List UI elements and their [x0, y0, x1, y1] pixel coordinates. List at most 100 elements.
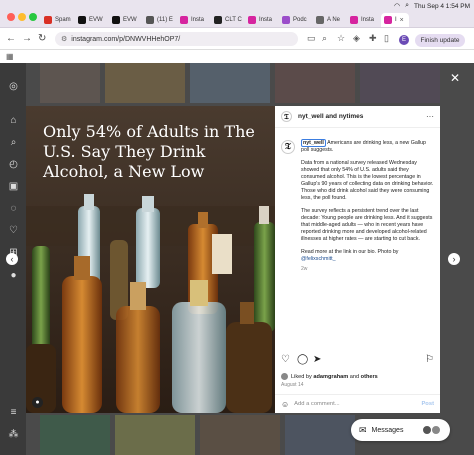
system-clock: Thu Sep 4 1:54 PM: [413, 2, 470, 10]
browser-tab[interactable]: Insta: [245, 13, 278, 27]
tab-label: EVW: [123, 17, 137, 23]
message-avatar: [431, 425, 442, 435]
zoom-icon[interactable]: ⌕: [322, 33, 327, 44]
browser-tab[interactable]: Podc: [279, 13, 312, 27]
tab-favicon-icon: [248, 16, 256, 24]
tab-favicon-icon: [44, 16, 52, 24]
wifi-icon: ◠: [393, 3, 401, 10]
finish-update-button[interactable]: Finish update: [415, 34, 465, 47]
tab-favicon-icon: [316, 16, 324, 24]
cast-icon[interactable]: ▭: [307, 33, 316, 44]
sidebar-icon[interactable]: ▯: [384, 33, 389, 44]
tab-label: I: [395, 17, 397, 23]
browser-tab[interactable]: I ×: [381, 13, 409, 27]
post-date: August 14: [281, 382, 304, 388]
messages-icon: ✉: [359, 424, 367, 435]
tab-label: EVW: [89, 17, 103, 23]
browser-tab[interactable]: EVW: [109, 13, 142, 27]
more-options-icon[interactable]: ···: [426, 112, 434, 121]
liked-others[interactable]: others: [361, 374, 378, 380]
extension-icon[interactable]: ◈: [353, 33, 360, 44]
post-comment-button[interactable]: Post: [421, 401, 434, 407]
window-zoom-button[interactable]: [29, 13, 37, 21]
browser-tab-strip: Spam EVW EVW (11) E Insta CLT C Insta Podc A Ne I…: [0, 0, 474, 28]
post-caption: 𝔗 nyt_well Americans are drinking less, …: [275, 130, 440, 350]
tagged-user-icon[interactable]: ●: [32, 397, 43, 408]
previous-post-arrow-icon[interactable]: ‹: [6, 253, 18, 265]
comment-box: ☺ Add a comment... Post: [275, 394, 440, 413]
search-icon[interactable]: ⌕: [8, 137, 19, 148]
reload-icon[interactable]: ↻: [38, 33, 46, 45]
share-icon[interactable]: ➤: [313, 354, 321, 366]
close-icon[interactable]: ✕: [450, 71, 460, 85]
tab-label: Insta: [259, 17, 273, 23]
liked-prefix: Liked by: [291, 373, 314, 380]
post-photo[interactable]: Only 54% of Adults in The U.S. Say They …: [26, 106, 275, 413]
caption-paragraph-4: Read more at the link in our bio. Photo …: [301, 249, 399, 255]
apps-grid-icon[interactable]: ▦: [6, 52, 14, 61]
post-header: 𝔗 nyt_well and nytimes ···: [275, 106, 440, 128]
browser-tab[interactable]: (11) E: [143, 13, 176, 27]
comment-icon[interactable]: ◯: [297, 354, 308, 366]
tab-favicon-icon: [350, 16, 358, 24]
tab-favicon-icon: [146, 16, 154, 24]
tab-label: Insta: [191, 17, 205, 23]
nyt-logo-icon[interactable]: 𝔗: [281, 111, 292, 122]
post-headline: Only 54% of Adults in The U.S. Say They …: [43, 122, 255, 181]
tab-label: Podc: [293, 17, 307, 23]
tab-label: Spam: [55, 17, 71, 23]
explore-icon[interactable]: ◴: [8, 159, 19, 170]
profile-avatar-icon[interactable]: ●: [8, 270, 19, 281]
caption-username[interactable]: nyt_well: [301, 139, 326, 147]
browser-tab[interactable]: A Ne: [313, 13, 346, 27]
forward-arrow-icon[interactable]: →: [22, 33, 32, 45]
site-info-icon[interactable]: ⚙: [61, 35, 67, 43]
bookmarks-bar: ▦: [0, 50, 474, 63]
home-icon[interactable]: ⌂: [8, 115, 19, 126]
messenger-icon[interactable]: ◌: [8, 203, 19, 214]
extensions-puzzle-icon[interactable]: ✚: [369, 33, 377, 44]
tab-favicon-icon: [282, 16, 290, 24]
browser-tab[interactable]: EVW: [75, 13, 108, 27]
tab-favicon-icon: [78, 16, 86, 24]
browser-tab[interactable]: Spam: [41, 13, 74, 27]
system-status: ◠ ⌕ Thu Sep 4 1:54 PM: [394, 1, 470, 11]
url-field[interactable]: ⚙ instagram.com/p/DNWVHHehOP7/: [55, 32, 298, 46]
profile-avatar[interactable]: E: [399, 35, 409, 45]
search-icon[interactable]: ⌕: [405, 2, 409, 10]
caption-timestamp: 2w: [301, 266, 308, 272]
messages-label: Messages: [371, 426, 404, 434]
post-modal: Only 54% of Adults in The U.S. Say They …: [26, 106, 440, 413]
window-close-button[interactable]: [7, 13, 15, 21]
window-minimize-button[interactable]: [18, 13, 26, 21]
tab-favicon-icon: [180, 16, 188, 24]
post-authors[interactable]: nyt_well and nytimes: [298, 113, 363, 120]
notifications-heart-icon[interactable]: ♡: [8, 225, 19, 236]
comment-input[interactable]: Add a comment...: [294, 401, 416, 407]
tab-label: A Ne: [327, 17, 341, 23]
liked-user[interactable]: adamgraham: [313, 374, 348, 380]
more-apps-icon[interactable]: ⁂: [8, 429, 19, 440]
reels-icon[interactable]: ▣: [8, 181, 19, 192]
caption-paragraph-2: Data from a national survey released Wed…: [301, 160, 434, 201]
tab-label: (11) E: [157, 17, 173, 23]
tab-favicon-icon: [384, 16, 392, 24]
post-detail-panel: 𝔗 nyt_well and nytimes ··· 𝔗 nyt_well Am…: [275, 106, 440, 413]
photo-credit-link[interactable]: @felixschmitt_: [301, 256, 336, 262]
liked-by: Liked by adamgraham and others: [281, 373, 378, 380]
instagram-logo-icon[interactable]: ◎: [8, 81, 19, 92]
next-post-arrow-icon[interactable]: ›: [448, 253, 460, 265]
back-arrow-icon[interactable]: ←: [6, 33, 16, 45]
browser-tab[interactable]: Insta: [177, 13, 210, 27]
heart-icon[interactable]: ♡: [281, 354, 290, 366]
bookmark-star-icon[interactable]: ☆: [337, 33, 345, 44]
browser-tab[interactable]: CLT C: [211, 13, 244, 27]
bookmark-icon[interactable]: ⚐: [425, 354, 434, 366]
browser-tab[interactable]: Insta: [347, 13, 380, 27]
caption-avatar-icon[interactable]: 𝔗: [281, 140, 295, 154]
emoji-icon[interactable]: ☺: [281, 400, 289, 409]
messages-button[interactable]: ✉ Messages: [351, 419, 450, 441]
menu-icon[interactable]: ≡: [8, 407, 19, 418]
tab-close-icon[interactable]: ×: [400, 17, 404, 24]
tab-label: CLT C: [225, 17, 242, 23]
